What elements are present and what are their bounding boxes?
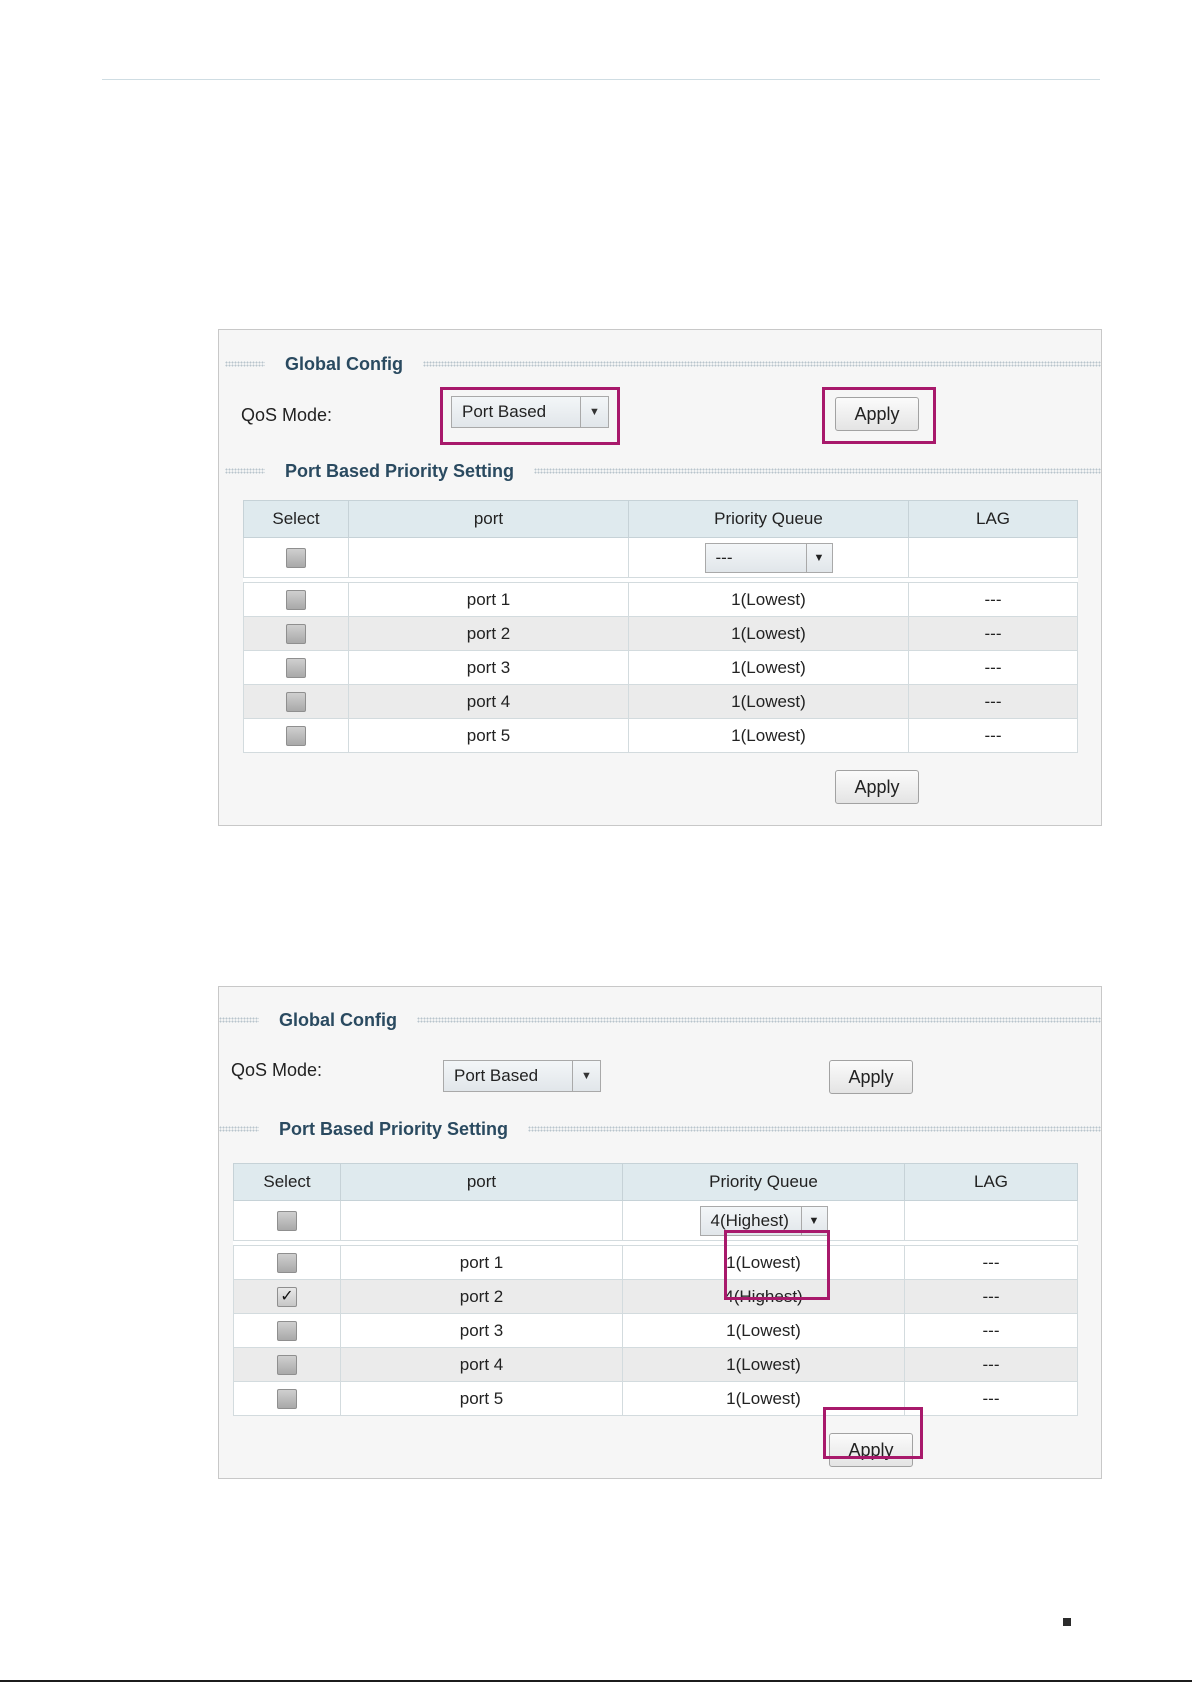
lag-cell: ---	[904, 1313, 1078, 1348]
lag-cell: ---	[908, 718, 1078, 753]
port-priority-title: Port Based Priority Setting	[279, 1118, 509, 1139]
highlight-box-apply-port	[823, 1407, 923, 1459]
apply-global-button[interactable]: Apply	[829, 1060, 913, 1094]
lag-cell: ---	[908, 684, 1078, 719]
priority-cell: 1(Lowest)	[628, 684, 909, 719]
port-cell: port 3	[348, 650, 629, 685]
lag-cell: ---	[908, 616, 1078, 651]
table-filter-row: --- ▼	[243, 537, 1078, 578]
column-header-priority-queue: Priority Queue	[622, 1163, 905, 1201]
port-cell: port 3	[340, 1313, 623, 1348]
priority-cell: 1(Lowest)	[622, 1347, 905, 1382]
port-priority-section-header: Port Based Priority Setting	[219, 1118, 1101, 1140]
row-select-checkbox[interactable]	[286, 623, 306, 644]
triangle-down-icon: ▼	[805, 543, 832, 572]
global-config-section-header: Global Config	[225, 353, 1101, 375]
lag-cell: ---	[908, 650, 1078, 685]
table-row: port 5 1(Lowest) ---	[233, 1381, 1078, 1416]
column-header-select: Select	[233, 1163, 341, 1201]
lag-cell: ---	[904, 1381, 1078, 1416]
row-select-checkbox[interactable]	[286, 725, 306, 746]
table-row: port 2 1(Lowest) ---	[243, 616, 1078, 651]
global-config-title: Global Config	[285, 353, 403, 374]
priority-cell: 1(Lowest)	[628, 650, 909, 685]
row-select-checkbox[interactable]	[286, 589, 306, 610]
row-select-checkbox[interactable]	[277, 1354, 297, 1375]
lag-cell: ---	[904, 1245, 1078, 1280]
port-priority-title: Port Based Priority Setting	[285, 460, 515, 481]
priority-cell: 1(Lowest)	[628, 582, 909, 617]
table-filter-row: 4(Highest) ▼	[233, 1200, 1078, 1241]
row-select-checkbox[interactable]	[277, 1320, 297, 1341]
triangle-down-icon: ▼	[572, 1061, 600, 1091]
priority-queue-select[interactable]: --- ▼	[704, 542, 833, 573]
table-row: port 1 1(Lowest) ---	[243, 582, 1078, 617]
column-header-priority-queue: Priority Queue	[628, 500, 909, 538]
select-all-checkbox[interactable]	[286, 547, 306, 568]
page-marker	[1063, 1618, 1071, 1626]
lag-cell: ---	[908, 582, 1078, 617]
row-select-checkbox[interactable]: ✓	[277, 1286, 297, 1307]
port-cell: port 5	[340, 1381, 623, 1416]
row-select-checkbox[interactable]	[277, 1252, 297, 1273]
table-row: port 4 1(Lowest) ---	[243, 684, 1078, 719]
table-row: ✓ port 2 4(Highest) ---	[233, 1279, 1078, 1314]
qos-mode-label: QoS Mode:	[231, 1060, 323, 1080]
column-header-select: Select	[243, 500, 349, 538]
table-row: port 3 1(Lowest) ---	[233, 1313, 1078, 1348]
priority-cell: 1(Lowest)	[628, 616, 909, 651]
apply-port-button[interactable]: Apply	[835, 770, 919, 804]
priority-cell: 1(Lowest)	[628, 718, 909, 753]
qos-config-panel-before: Global Config QoS Mode: Port Based ▼ App…	[218, 329, 1102, 826]
global-config-title: Global Config	[279, 1009, 397, 1030]
column-header-port: port	[348, 500, 629, 538]
lag-cell: ---	[904, 1347, 1078, 1382]
checkmark-icon: ✓	[280, 1287, 294, 1305]
port-priority-table: Select port Priority Queue LAG 4(Highest…	[233, 1163, 1078, 1416]
port-cell: port 2	[340, 1279, 623, 1314]
qos-config-panel-after: Global Config QoS Mode: Port Based ▼ App…	[218, 986, 1102, 1479]
highlight-box-priority-values	[724, 1230, 830, 1300]
lag-cell: ---	[904, 1279, 1078, 1314]
column-header-port: port	[340, 1163, 623, 1201]
priority-cell: 1(Lowest)	[622, 1313, 905, 1348]
row-select-checkbox[interactable]	[286, 691, 306, 712]
port-cell: port 1	[348, 582, 629, 617]
top-divider	[102, 79, 1100, 80]
global-config-section-header: Global Config	[219, 1009, 1101, 1031]
qos-mode-value: Port Based	[454, 1066, 539, 1085]
bottom-divider	[0, 1680, 1192, 1682]
row-select-checkbox[interactable]	[286, 657, 306, 678]
priority-queue-select-value: ---	[715, 547, 733, 567]
table-row: port 1 1(Lowest) ---	[233, 1245, 1078, 1280]
port-priority-table: Select port Priority Queue LAG --- ▼ por…	[243, 500, 1078, 753]
port-cell: port 2	[348, 616, 629, 651]
port-cell: port 1	[340, 1245, 623, 1280]
port-cell: port 4	[348, 684, 629, 719]
select-all-checkbox[interactable]	[277, 1210, 297, 1231]
qos-mode-select[interactable]: Port Based ▼	[443, 1060, 601, 1092]
column-header-lag: LAG	[908, 500, 1078, 538]
row-select-checkbox[interactable]	[277, 1388, 297, 1409]
port-cell: port 4	[340, 1347, 623, 1382]
table-row: port 5 1(Lowest) ---	[243, 718, 1078, 753]
port-cell: port 5	[348, 718, 629, 753]
highlight-box-qos-mode	[440, 387, 620, 445]
table-row: port 3 1(Lowest) ---	[243, 650, 1078, 685]
qos-mode-label: QoS Mode:	[241, 405, 333, 425]
port-priority-section-header: Port Based Priority Setting	[225, 460, 1101, 482]
highlight-box-apply-global	[822, 387, 936, 444]
table-row: port 4 1(Lowest) ---	[233, 1347, 1078, 1382]
column-header-lag: LAG	[904, 1163, 1078, 1201]
